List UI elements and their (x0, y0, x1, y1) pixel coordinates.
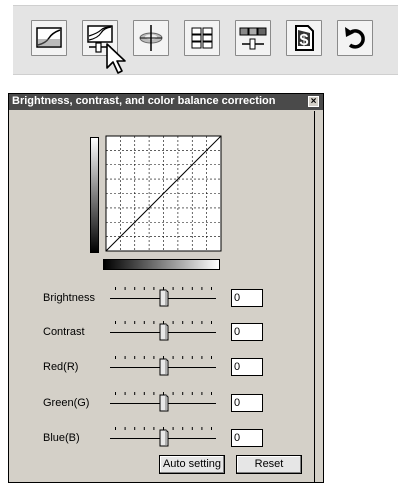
slider-row-green: Green(G) 0 (9, 391, 319, 415)
slider-thumb-red[interactable] (159, 358, 169, 376)
dialog-titlebar[interactable]: Brightness, contrast, and color balance … (9, 94, 323, 110)
slider-label-blue: Blue(B) (43, 432, 80, 444)
slider-value-blue[interactable]: 0 (231, 429, 263, 447)
slider-row-red: Red(R) 0 (9, 355, 319, 379)
tone-curve-icon (36, 27, 62, 48)
tone-curve-graph (105, 135, 222, 252)
color-balance-slider-button[interactable] (235, 20, 271, 56)
close-button[interactable]: × (308, 96, 319, 107)
slider-value-brightness[interactable]: 0 (231, 289, 263, 307)
input-gradient-bar (103, 259, 220, 270)
slider-value-red[interactable]: 0 (231, 358, 263, 376)
output-gradient-bar (90, 137, 99, 253)
undo-button[interactable] (337, 20, 373, 56)
slider-value-green[interactable]: 0 (231, 394, 263, 412)
close-icon: × (310, 96, 317, 107)
slider-thumb-brightness[interactable] (159, 289, 169, 307)
mouse-pointer-icon (106, 43, 126, 74)
auto-setting-button[interactable]: Auto setting (159, 455, 225, 474)
slider-label-red: Red(R) (43, 361, 79, 373)
hue-saturation-icon (139, 25, 163, 51)
svg-text:$: $ (300, 32, 309, 49)
slider-label-green: Green(G) (43, 397, 90, 409)
slider-thumb-green[interactable] (159, 394, 169, 412)
slider-thumb-blue[interactable] (159, 429, 169, 447)
variations-button[interactable] (184, 20, 220, 56)
tone-curve-button[interactable] (31, 20, 67, 56)
save-settings-button[interactable]: $ (286, 20, 322, 56)
undo-icon (345, 27, 365, 49)
slider-value-contrast[interactable]: 0 (231, 323, 263, 341)
slider-row-brightness: Brightness 0 (9, 286, 319, 310)
brightness-contrast-dialog: Brightness, contrast, and color balance … (8, 93, 324, 483)
slider-label-contrast: Contrast (43, 326, 85, 338)
variations-icon (191, 27, 213, 49)
slider-row-blue: Blue(B) 0 (9, 426, 319, 450)
toolbar: $ (13, 5, 398, 75)
save-settings-icon: $ (295, 25, 314, 51)
color-balance-slider-icon (239, 27, 267, 50)
hue-saturation-button[interactable] (133, 20, 169, 56)
dialog-title: Brightness, contrast, and color balance … (12, 95, 276, 107)
reset-button[interactable]: Reset (236, 455, 302, 474)
slider-row-contrast: Contrast 0 (9, 320, 319, 344)
slider-thumb-contrast[interactable] (159, 323, 169, 341)
slider-label-brightness: Brightness (43, 292, 95, 304)
